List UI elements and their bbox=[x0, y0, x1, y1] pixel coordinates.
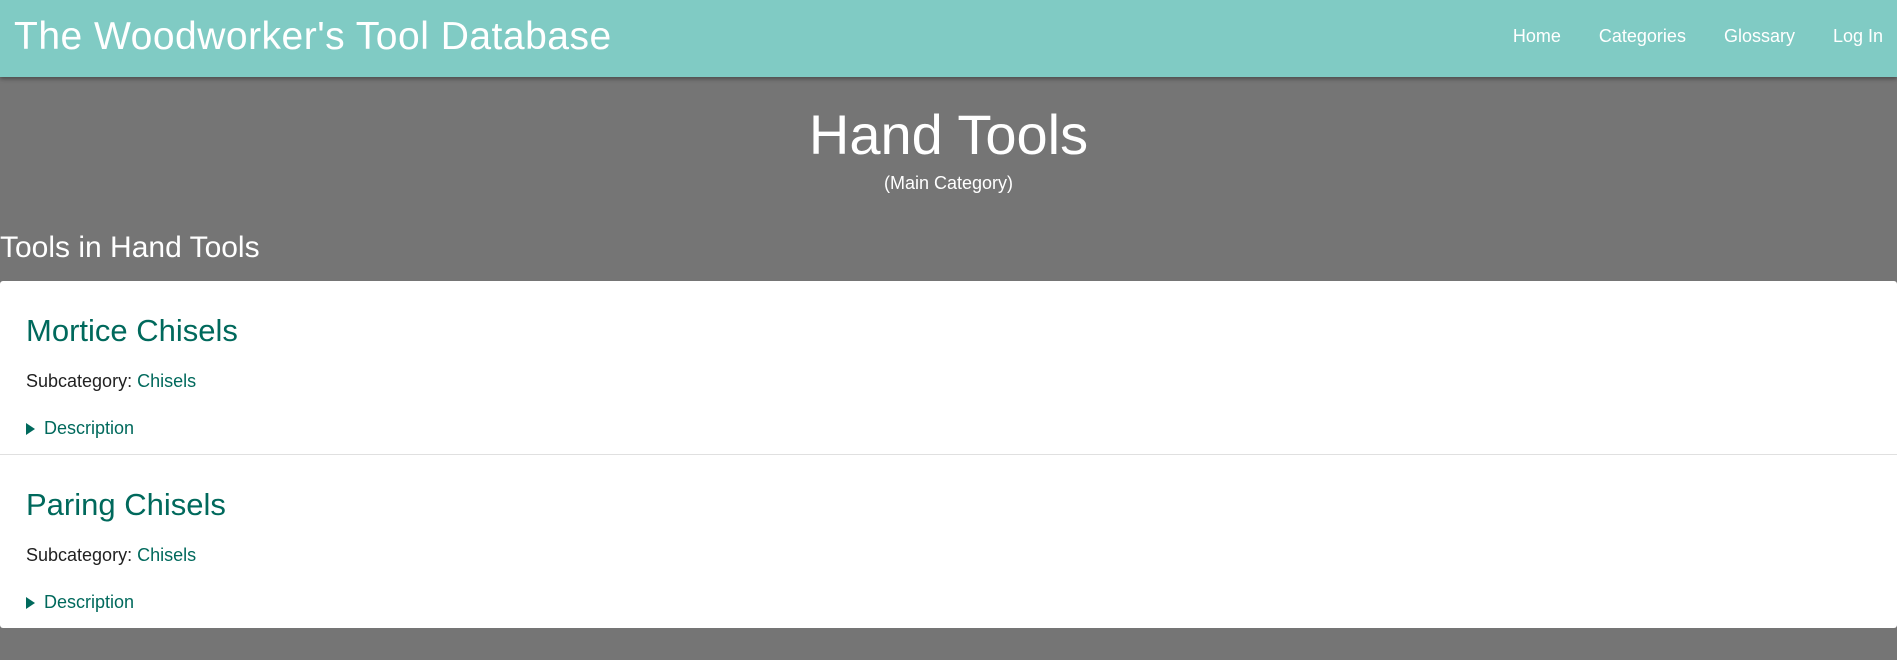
description-label: Description bbox=[44, 418, 135, 438]
subcategory-line: Subcategory: Chisels bbox=[26, 545, 196, 566]
nav-home-link[interactable]: Home bbox=[1513, 26, 1561, 47]
subcategory-label: Subcategory: bbox=[26, 545, 133, 565]
tool-card: Mortice Chisels Subcategory: Chisels Des… bbox=[0, 281, 1897, 455]
disclosure-triangle-icon bbox=[26, 422, 35, 435]
nav-login-link[interactable]: Log In bbox=[1833, 26, 1883, 47]
tool-name-link[interactable]: Paring Chisels bbox=[26, 487, 226, 523]
nav-categories-link[interactable]: Categories bbox=[1599, 26, 1686, 47]
description-toggle[interactable]: Description bbox=[26, 418, 134, 439]
subcategory-link[interactable]: Chisels bbox=[137, 371, 196, 391]
description-label: Description bbox=[44, 592, 135, 612]
subcategory-link[interactable]: Chisels bbox=[137, 545, 196, 565]
category-hero: Hand Tools (Main Category) bbox=[0, 77, 1897, 194]
top-navbar: The Woodworker's Tool Database Home Cate… bbox=[0, 0, 1897, 77]
tool-name-link[interactable]: Mortice Chisels bbox=[26, 313, 238, 349]
description-toggle[interactable]: Description bbox=[26, 592, 134, 613]
tool-card: Paring Chisels Subcategory: Chisels Desc… bbox=[0, 455, 1897, 628]
tools-section-heading: Tools in Hand Tools bbox=[0, 231, 260, 264]
subcategory-label: Subcategory: bbox=[26, 371, 133, 391]
page-title: Hand Tools bbox=[808, 103, 1089, 166]
subcategory-line: Subcategory: Chisels bbox=[26, 371, 196, 392]
site-brand-link[interactable]: The Woodworker's Tool Database bbox=[14, 15, 612, 59]
category-type-label: (Main Category) bbox=[883, 173, 1014, 193]
main-nav: Home Categories Glossary Log In bbox=[1475, 26, 1883, 47]
disclosure-triangle-icon bbox=[26, 596, 35, 609]
nav-glossary-link[interactable]: Glossary bbox=[1724, 26, 1795, 47]
tool-list: Mortice Chisels Subcategory: Chisels Des… bbox=[0, 281, 1897, 628]
